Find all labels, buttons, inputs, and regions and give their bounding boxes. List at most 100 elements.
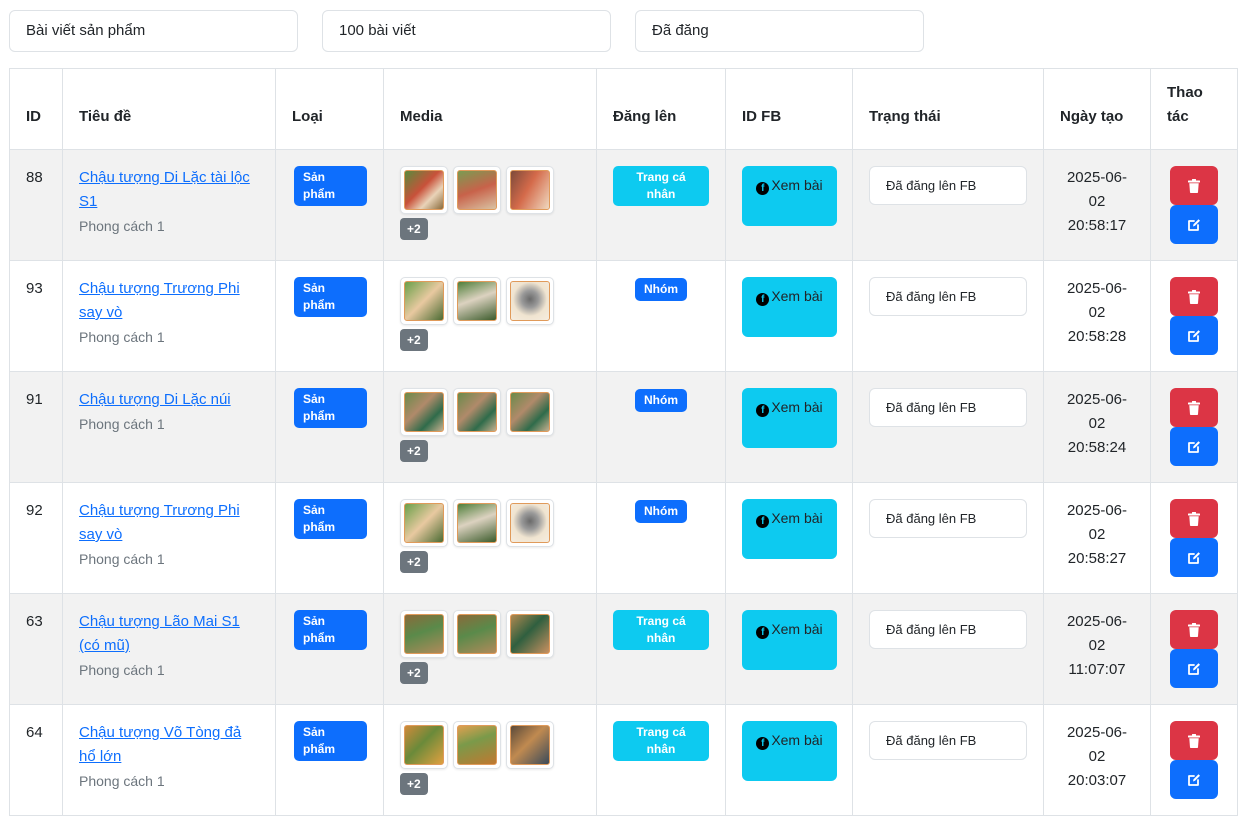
table-row: 88 Chậu tượng Di Lặc tài lộc S1 Phong cá… [9, 149, 1238, 261]
media-thumbnail[interactable] [400, 610, 448, 658]
more-media-badge[interactable]: +2 [400, 218, 428, 240]
delete-button[interactable] [1170, 610, 1218, 649]
row-date-cell: 2025-06-02 20:58:27 [1043, 482, 1151, 594]
media-group: +2 [400, 721, 560, 796]
media-thumbnail[interactable] [400, 166, 448, 214]
media-group: +2 [400, 388, 560, 463]
media-thumbnail[interactable] [400, 277, 448, 325]
view-post-label: Xem bài [771, 732, 823, 748]
media-thumbnail[interactable] [453, 721, 501, 769]
facebook-icon: f [756, 293, 770, 306]
row-fb-cell: f Xem bài [725, 704, 853, 816]
row-status-cell: Đã đăng lên FB [852, 260, 1044, 372]
view-post-button[interactable]: f Xem bài [742, 277, 837, 337]
status-field[interactable]: Đã đăng lên FB [869, 610, 1027, 649]
media-thumbnail[interactable] [506, 388, 554, 436]
id-text: 63 [26, 613, 43, 630]
filter-post-type-select[interactable]: Bài viết sản phẩm [9, 10, 298, 52]
status-field[interactable]: Đã đăng lên FB [869, 721, 1027, 760]
delete-button[interactable] [1170, 721, 1218, 760]
status-field[interactable]: Đã đăng lên FB [869, 277, 1027, 316]
view-post-button[interactable]: f Xem bài [742, 166, 837, 226]
post-title-link[interactable]: Chậu tượng Di Lặc núi [79, 388, 259, 412]
media-thumbnail[interactable] [453, 277, 501, 325]
table-row: 64 Chậu tượng Võ Tòng đả hổ lớn Phong cá… [9, 704, 1238, 816]
more-media-badge[interactable]: +2 [400, 440, 428, 462]
post-title-link[interactable]: Chậu tượng Di Lặc tài lộc S1 [79, 166, 259, 214]
status-field[interactable]: Đã đăng lên FB [869, 499, 1027, 538]
thumbnail-list [400, 610, 560, 658]
post-title-link[interactable]: Chậu tượng Võ Tòng đả hổ lớn [79, 721, 259, 769]
media-thumbnail[interactable] [400, 721, 448, 769]
id-text: 93 [26, 280, 43, 297]
media-thumbnail[interactable] [506, 277, 554, 325]
more-media-badge[interactable]: +2 [400, 551, 428, 573]
more-media-badge[interactable]: +2 [400, 329, 428, 351]
media-thumbnail[interactable] [453, 388, 501, 436]
row-title-cell: Chậu tượng Lão Mai S1 (có mũ) Phong cách… [62, 593, 276, 705]
post-title-link[interactable]: Chậu tượng Lão Mai S1 (có mũ) [79, 610, 259, 658]
view-post-button[interactable]: f Xem bài [742, 388, 837, 448]
id-text: 92 [26, 502, 43, 519]
view-post-button[interactable]: f Xem bài [742, 499, 837, 559]
media-thumbnail[interactable] [506, 610, 554, 658]
media-thumbnail[interactable] [400, 388, 448, 436]
post-title-link[interactable]: Chậu tượng Trương Phi say vò [79, 499, 259, 547]
filter-limit-select[interactable]: 100 bài viết [322, 10, 611, 52]
row-target-cell: Nhóm [596, 260, 726, 372]
delete-button[interactable] [1170, 166, 1218, 205]
created-date-text: 2025-06-02 20:58:24 [1066, 391, 1128, 456]
row-id: 93 [9, 260, 63, 372]
edit-button[interactable] [1170, 316, 1218, 355]
type-badge: Sản phẩm [294, 388, 367, 428]
row-target-cell: Nhóm [596, 371, 726, 483]
facebook-icon: f [756, 515, 770, 528]
row-media-cell: +2 [383, 371, 597, 483]
post-title-link[interactable]: Chậu tượng Trương Phi say vò [79, 277, 259, 325]
media-thumbnail[interactable] [506, 499, 554, 547]
row-title-cell: Chậu tượng Di Lặc núi Phong cách 1 [62, 371, 276, 483]
row-media-cell: +2 [383, 260, 597, 372]
col-header-created: Ngày tạo [1043, 68, 1151, 150]
facebook-icon: f [756, 626, 770, 639]
media-thumbnail[interactable] [400, 499, 448, 547]
filter-status-select[interactable]: Đã đăng [635, 10, 924, 52]
row-type-cell: Sản phẩm [275, 149, 384, 261]
media-thumbnail[interactable] [453, 499, 501, 547]
edit-button[interactable] [1170, 427, 1218, 466]
type-badge: Sản phẩm [294, 277, 367, 317]
status-field[interactable]: Đã đăng lên FB [869, 388, 1027, 427]
row-id: 64 [9, 704, 63, 816]
view-post-label: Xem bài [771, 177, 823, 193]
delete-button[interactable] [1170, 388, 1218, 427]
trash-icon [1188, 622, 1200, 637]
row-actions-cell [1150, 371, 1238, 483]
row-status-cell: Đã đăng lên FB [852, 593, 1044, 705]
delete-button[interactable] [1170, 499, 1218, 538]
edit-button[interactable] [1170, 538, 1218, 577]
edit-button[interactable] [1170, 205, 1218, 244]
view-post-button[interactable]: f Xem bài [742, 610, 837, 670]
post-style-text: Phong cách 1 [79, 416, 165, 432]
type-badge: Sản phẩm [294, 166, 367, 206]
more-media-badge[interactable]: +2 [400, 662, 428, 684]
view-post-label: Xem bài [771, 510, 823, 526]
media-thumbnail[interactable] [506, 166, 554, 214]
created-date-text: 2025-06-02 20:58:27 [1066, 502, 1128, 567]
status-field[interactable]: Đã đăng lên FB [869, 166, 1027, 205]
col-header-type: Loại [275, 68, 384, 150]
media-thumbnail[interactable] [453, 610, 501, 658]
delete-button[interactable] [1170, 277, 1218, 316]
edit-button[interactable] [1170, 760, 1218, 799]
media-thumbnail[interactable] [453, 166, 501, 214]
row-id: 88 [9, 149, 63, 261]
thumbnail-list [400, 721, 560, 769]
edit-button[interactable] [1170, 649, 1218, 688]
more-media-badge[interactable]: +2 [400, 773, 428, 795]
row-title-cell: Chậu tượng Di Lặc tài lộc S1 Phong cách … [62, 149, 276, 261]
view-post-button[interactable]: f Xem bài [742, 721, 837, 781]
id-text: 91 [26, 391, 43, 408]
row-id: 63 [9, 593, 63, 705]
media-thumbnail[interactable] [506, 721, 554, 769]
type-badge: Sản phẩm [294, 499, 367, 539]
